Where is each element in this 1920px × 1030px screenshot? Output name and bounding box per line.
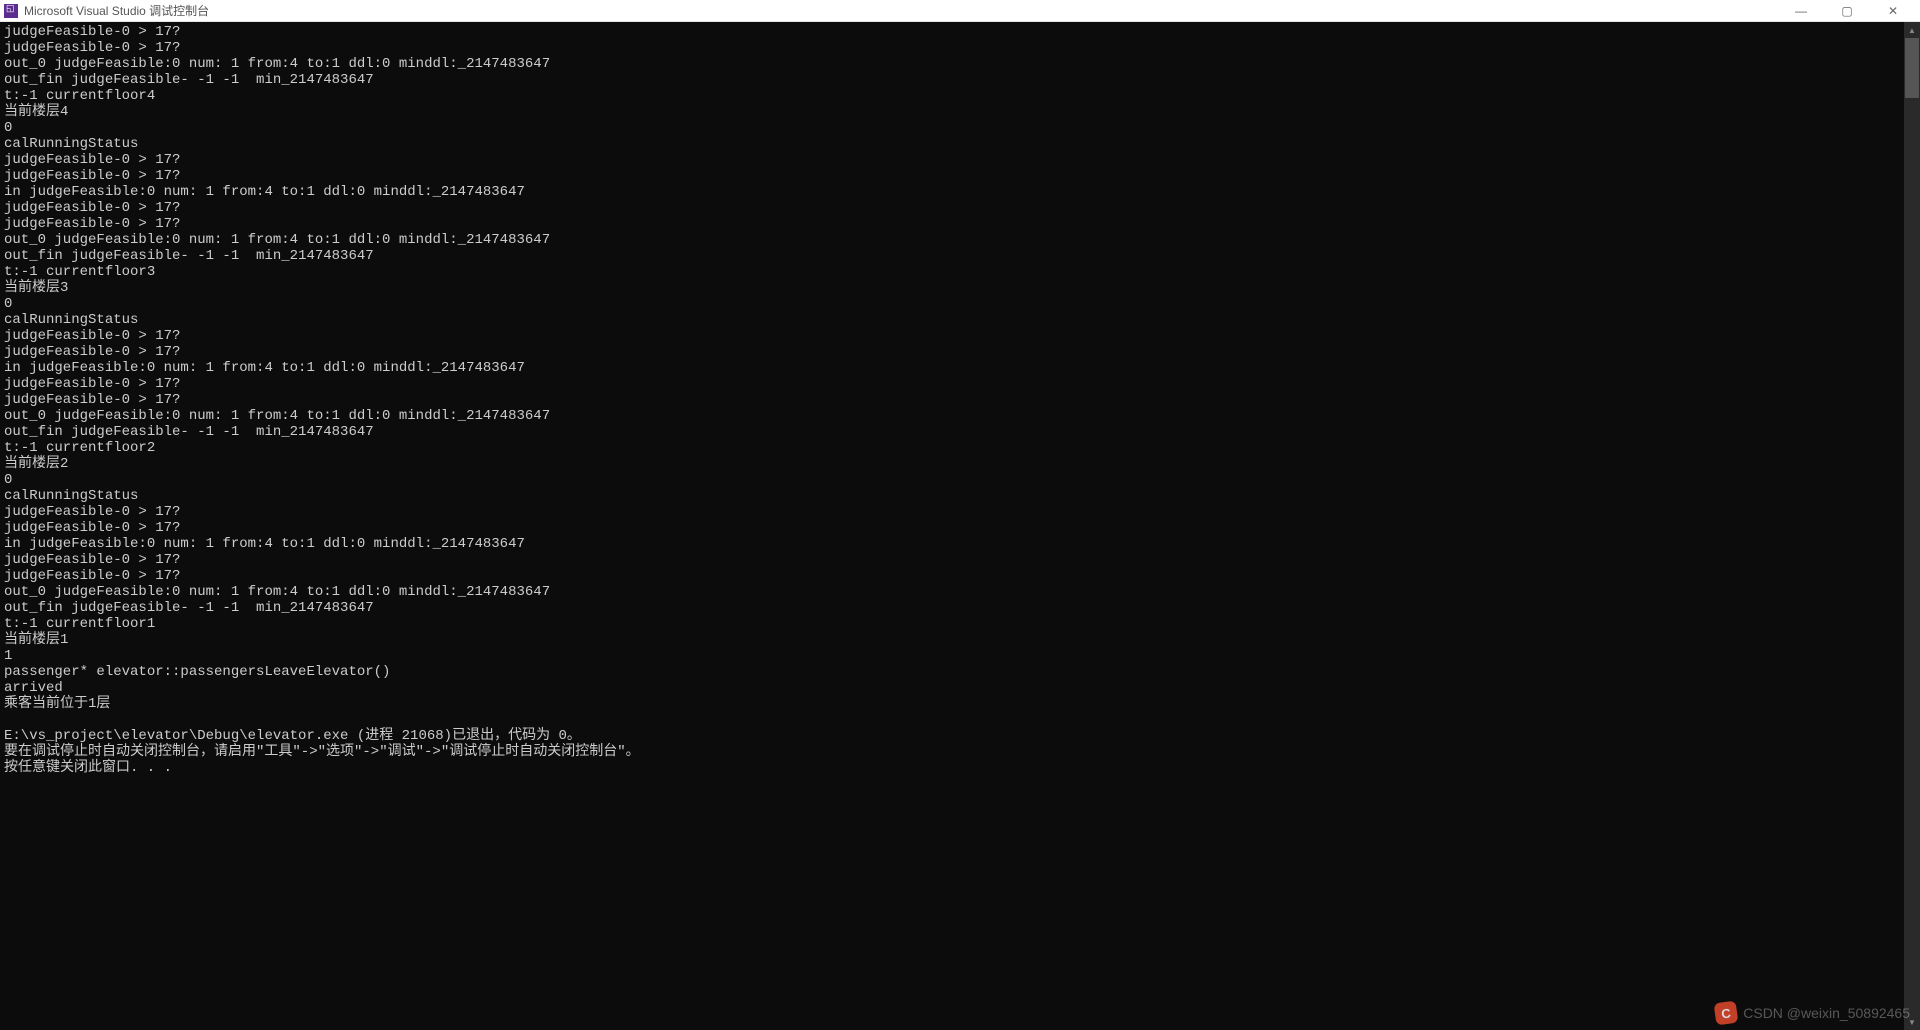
watermark-text: CSDN @weixin_50892465 <box>1743 1005 1910 1021</box>
minimize-button[interactable]: — <box>1778 0 1824 22</box>
watermark: C CSDN @weixin_50892465 <box>1715 1002 1910 1024</box>
app-icon <box>4 4 18 18</box>
window-title: Microsoft Visual Studio 调试控制台 <box>24 2 1778 19</box>
window-controls: — ▢ ✕ <box>1778 0 1916 22</box>
vertical-scrollbar[interactable]: ▲ ▼ <box>1904 22 1920 1030</box>
console-output[interactable]: judgeFeasible-0 > 17? judgeFeasible-0 > … <box>0 22 1904 1030</box>
maximize-button[interactable]: ▢ <box>1824 0 1870 22</box>
csdn-icon: C <box>1714 1001 1739 1026</box>
scroll-up-arrow[interactable]: ▲ <box>1904 22 1920 38</box>
scroll-thumb[interactable] <box>1905 38 1919 98</box>
scroll-track[interactable] <box>1904 38 1920 1014</box>
close-button[interactable]: ✕ <box>1870 0 1916 22</box>
console-wrapper: judgeFeasible-0 > 17? judgeFeasible-0 > … <box>0 22 1920 1030</box>
window-titlebar: Microsoft Visual Studio 调试控制台 — ▢ ✕ <box>0 0 1920 22</box>
